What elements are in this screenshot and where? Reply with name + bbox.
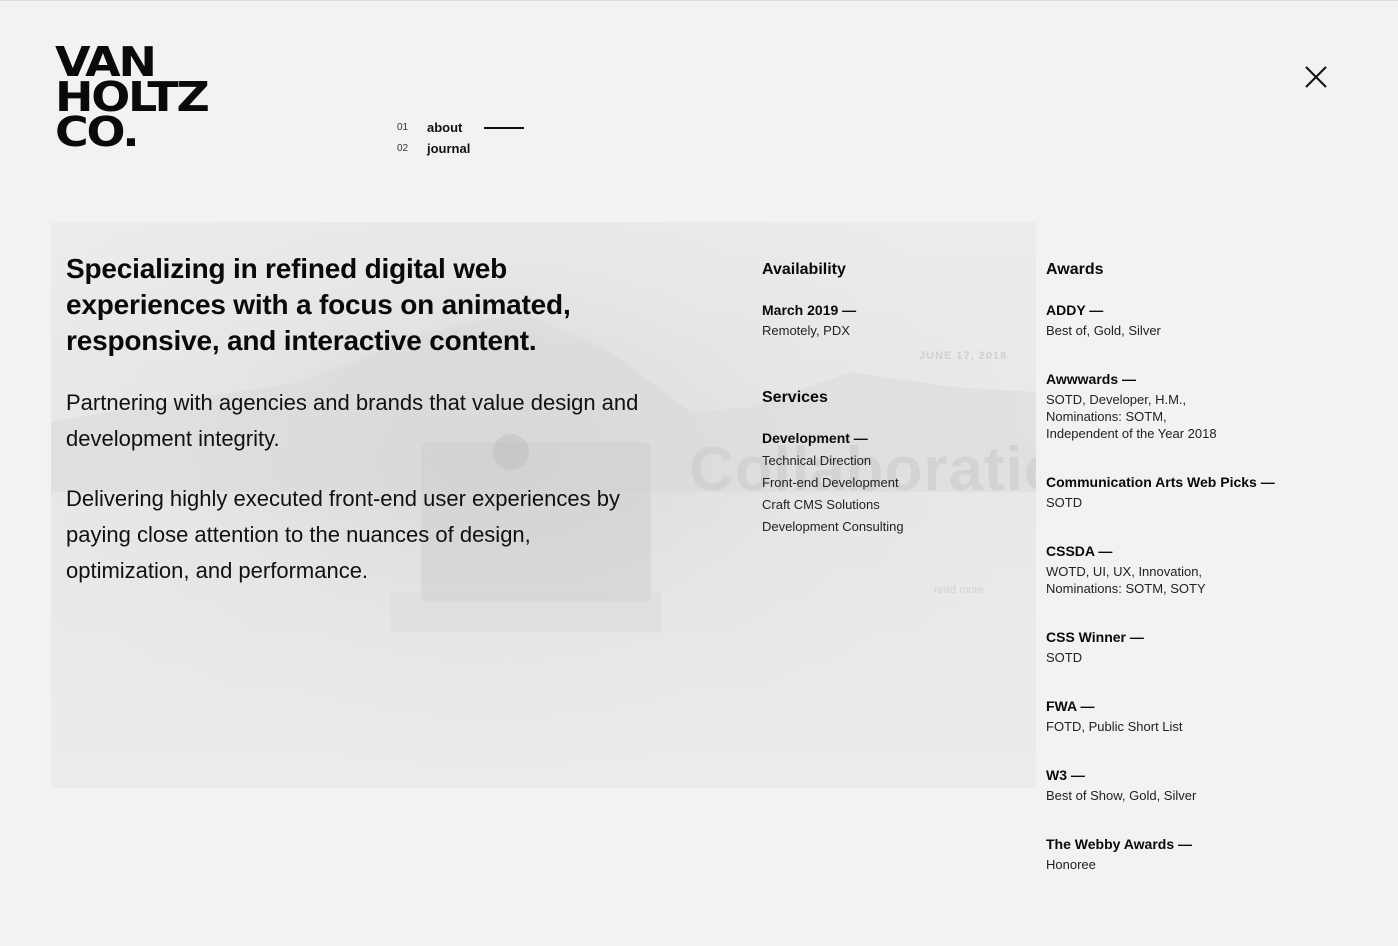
award-item: ADDY — Best of, Gold, Silver [1046,300,1376,339]
award-item: FWA — FOTD, Public Short List [1046,696,1376,735]
award-item: CSS Winner — SOTD [1046,627,1376,666]
award-detail-line: WOTD, UI, UX, Innovation, [1046,564,1203,579]
awards-title: Awards [1046,261,1104,278]
award-item: CSSDA — WOTD, UI, UX, Innovation, Nominati… [1046,541,1376,597]
intro-paragraph-1: Partnering with agencies and brands that… [66,390,639,451]
award-detail-line: Best of, Gold, Silver [1046,323,1161,338]
awards-column: Awards ADDY — Best of, Gold, Silver Awwwar… [1046,259,1376,873]
award-title: Awwwards — [1046,371,1136,387]
award-details: Best of Show, Gold, Silver [1046,787,1376,804]
award-title: The Webby Awards — [1046,836,1192,852]
award-item: Awwwards — SOTD, Developer, H.M., Nominati… [1046,369,1376,442]
intro-section: Specializing in refined digital web expe… [66,251,646,613]
award-detail-line: SOTD [1046,495,1083,510]
close-icon [1305,66,1327,88]
availability-entry: March 2019 — Remotely, PDX [762,300,1022,339]
award-detail-line: Best of Show, Gold, Silver [1046,788,1197,803]
nav-number: 02 [397,143,409,154]
award-details: SOTD [1046,494,1376,511]
award-title: CSSDA — [1046,543,1113,559]
award-title: ADDY — [1046,302,1104,318]
award-detail-line: Independent of the Year 2018 [1046,426,1217,441]
award-details: FOTD, Public Short List [1046,718,1376,735]
award-details: SOTD [1046,649,1376,666]
ghost-read-more: read more [934,584,985,596]
award-title: W3 — [1046,767,1085,783]
main-nav: 01 about 02 journal [397,117,525,159]
award-detail-line: FOTD, Public Short List [1046,719,1183,734]
award-detail-line: Honoree [1046,857,1096,872]
nav-label[interactable]: about [427,120,462,135]
service-item: Technical Direction [762,453,872,468]
service-item: Development Consulting [762,519,904,534]
award-item: W3 — Best of Show, Gold, Silver [1046,765,1376,804]
award-details: SOTD, Developer, H.M., Nominations: SOTM,… [1046,391,1376,442]
nav-item-about[interactable]: 01 about [397,117,525,138]
availability-location: Remotely, PDX [762,323,850,338]
award-title: CSS Winner — [1046,629,1144,645]
intro-headline: Specializing in refined digital web expe… [66,253,571,356]
page: VAN HOLTZ CO. 01 about 02 journal JUNE 1… [0,0,1398,946]
service-item: Front-end Development [762,475,899,490]
active-indicator-line [484,126,525,129]
services-category: Development — [762,430,868,446]
award-detail-line: Nominations: SOTM, [1046,409,1167,424]
services-entry: Development — Technical Direction Front-… [762,428,1022,538]
award-details: WOTD, UI, UX, Innovation, Nominations: SO… [1046,563,1376,597]
close-button[interactable] [1303,64,1329,90]
nav-item-journal[interactable]: 02 journal [397,138,524,159]
award-details: Best of, Gold, Silver [1046,322,1376,339]
services-title: Services [762,389,828,406]
nav-number: 01 [397,122,409,133]
availability-title: Availability [762,261,846,278]
award-detail-line: SOTD [1046,650,1083,665]
nav-label[interactable]: journal [427,141,470,156]
award-item: The Webby Awards — Honoree [1046,834,1376,873]
logo[interactable]: VAN HOLTZ CO. [55,42,210,153]
award-detail-line: SOTD, Developer, H.M., [1046,392,1187,407]
services-list: Technical Direction Front-end Developmen… [762,450,1022,538]
award-title: FWA — [1046,698,1095,714]
intro-paragraph-2: Delivering highly executed front-end use… [66,486,620,583]
availability-date: March 2019 — [762,302,857,318]
award-details: Honoree [1046,856,1376,873]
award-detail-line: Nominations: SOTM, SOTY [1046,581,1206,596]
award-title: Communication Arts Web Picks — [1046,474,1275,490]
info-column-middle: Availability March 2019 — Remotely, PDX … [762,259,1022,538]
awards-list: ADDY — Best of, Gold, Silver Awwwards — SOT… [1046,300,1376,873]
service-item: Craft CMS Solutions [762,497,880,512]
award-item: Communication Arts Web Picks — SOTD [1046,472,1376,511]
